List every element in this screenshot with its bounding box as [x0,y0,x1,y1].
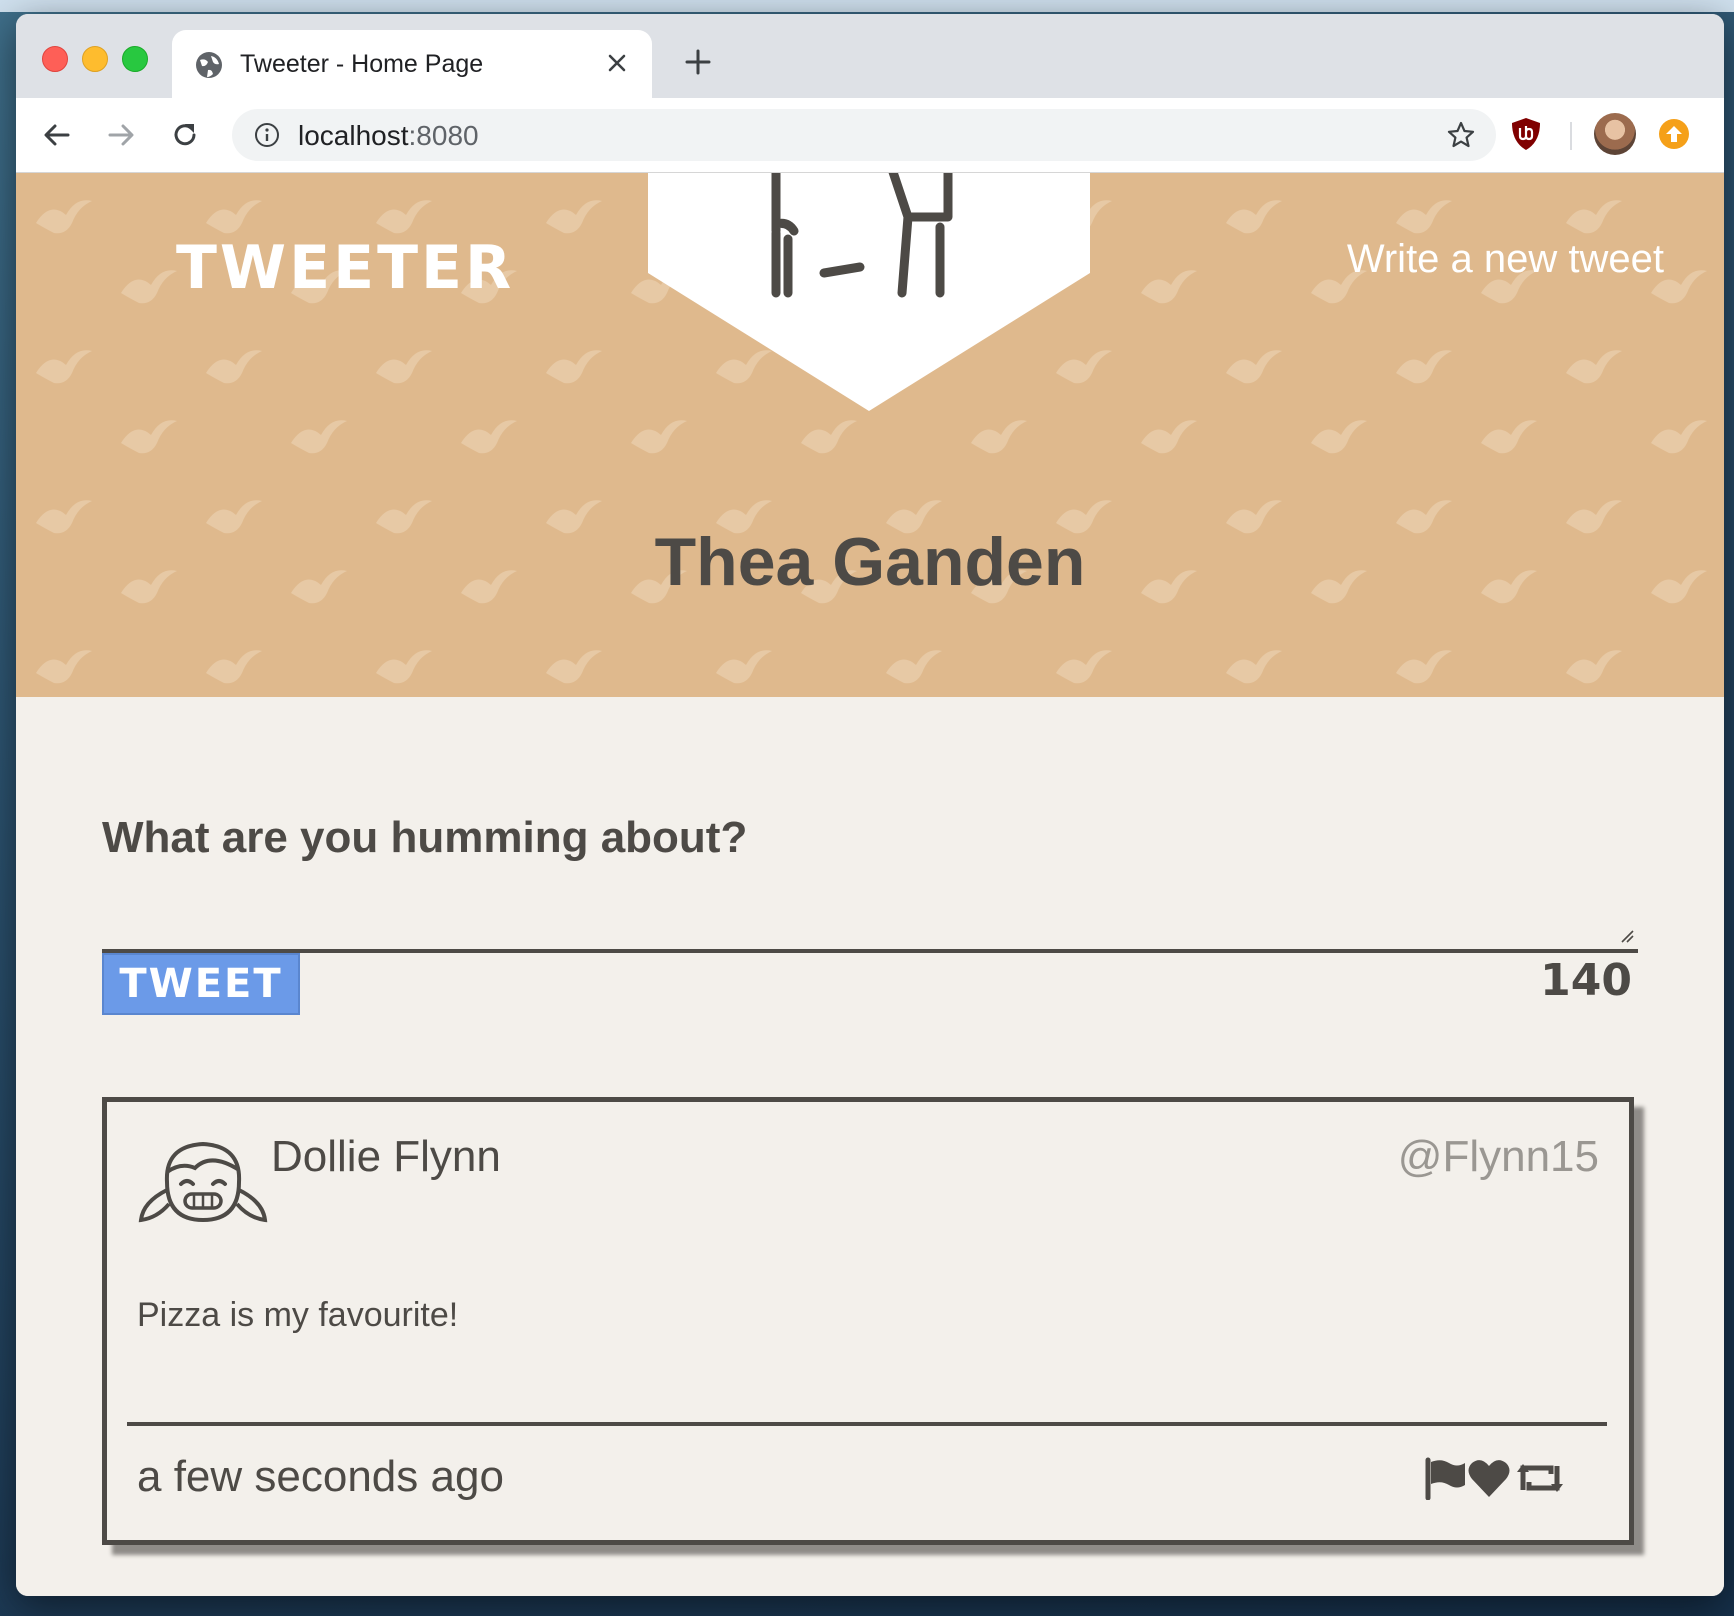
url-host: localhost [298,120,409,151]
url-port: :8080 [408,120,479,151]
toolbar-separator [1570,122,1572,150]
tweet-timestamp: a few seconds ago [137,1452,504,1501]
tab-strip: Tweeter - Home Page [16,14,1724,98]
info-icon[interactable] [254,122,280,148]
desktop-menubar [0,0,1734,12]
tweet-card: Dollie Flynn @Flynn15 Pizza is my favour… [102,1097,1634,1545]
heart-icon[interactable] [1467,1456,1511,1500]
zoom-window-button[interactable] [122,46,148,72]
reload-icon[interactable] [170,120,200,150]
globe-icon [196,52,222,78]
profile-name: Thea Ganden [654,524,1086,600]
tab-home-page[interactable]: Tweeter - Home Page [172,30,652,98]
resize-grip-icon[interactable] [1620,929,1634,943]
update-icon[interactable] [1658,118,1690,150]
minimize-window-button[interactable] [82,46,108,72]
url-text[interactable]: localhost:8080 [298,120,479,152]
page-header: TWEETER Write a new tweet Thea Ganden [16,173,1724,697]
ublock-icon[interactable] [1510,116,1542,152]
write-new-tweet-link[interactable]: Write a new tweet [1347,237,1664,282]
retweet-icon[interactable] [1515,1456,1565,1500]
close-window-button[interactable] [42,46,68,72]
user-avatar-icon [138,1141,268,1223]
char-counter: 140 [1540,955,1632,1006]
forward-icon[interactable] [106,120,136,150]
site-logo[interactable]: TWEETER [176,233,514,303]
page-viewport: TWEETER Write a new tweet Thea Ganden Wh… [16,173,1724,1596]
browser-window: Tweeter - Home Page localhost:8080 TWEET… [16,14,1724,1596]
tweet-button[interactable]: TWEET [102,953,300,1015]
tweet-divider [127,1422,1607,1426]
close-icon[interactable] [604,50,630,76]
tab-title: Tweeter - Home Page [240,50,484,78]
avatar[interactable] [1594,113,1636,155]
tweet-author-handle: @Flynn15 [1397,1132,1599,1181]
profile-avatar [648,173,1090,411]
back-icon[interactable] [42,120,72,150]
flag-icon[interactable] [1423,1456,1467,1500]
tweet-author-name: Dollie Flynn [271,1132,501,1181]
tweet-textarea[interactable] [102,885,1638,953]
plus-icon[interactable] [684,48,712,76]
tweet-content: Pizza is my favourite! [137,1296,459,1334]
browser-toolbar: localhost:8080 [16,98,1724,173]
star-icon[interactable] [1446,120,1476,150]
address-bar[interactable]: localhost:8080 [232,109,1496,161]
compose-title: What are you humming about? [102,813,748,862]
